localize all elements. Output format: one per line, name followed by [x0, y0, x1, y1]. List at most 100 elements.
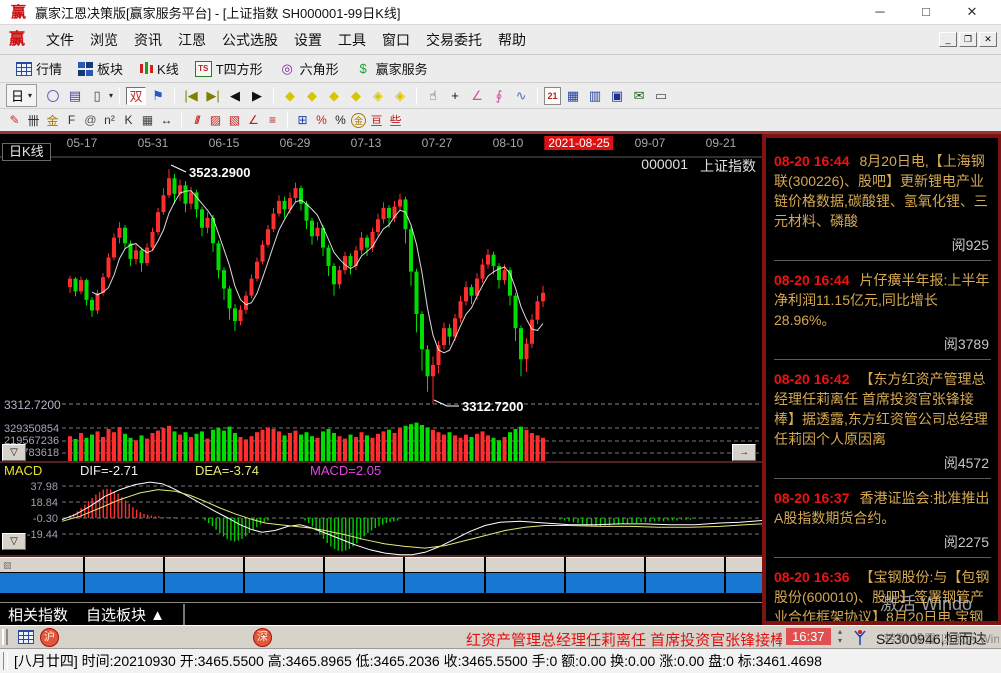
related-index-cell[interactable]	[646, 557, 724, 572]
candlestick-chart[interactable]: 3523.29003312.72003312.72003293508542195…	[0, 134, 762, 625]
quote-grid-icon[interactable]	[18, 630, 34, 644]
notebook-icon[interactable]: ▥	[585, 87, 605, 105]
document-list-icon[interactable]: ▤	[65, 87, 85, 105]
cycle-tool-icon[interactable]: ∮	[489, 87, 509, 105]
period-button[interactable]: 日▾	[6, 84, 37, 107]
crosshair-icon[interactable]: +	[445, 87, 465, 105]
protractor-icon[interactable]: ∠	[467, 87, 487, 105]
prev-bar-icon[interactable]: ◀	[225, 87, 245, 105]
gann-grid-icon[interactable]: ▧	[226, 111, 243, 129]
percent-icon[interactable]: %	[332, 111, 349, 129]
scrolling-news-text[interactable]: 红资产管理总经理任莉离任 首席投资官张锋接棒	[466, 629, 782, 650]
related-index-cell[interactable]	[245, 557, 323, 572]
minimize-button[interactable]: ─	[869, 4, 891, 20]
skip-start-icon[interactable]: |◀	[181, 87, 201, 105]
related-index-bar[interactable]	[165, 573, 243, 593]
tab-watchlist-sectors[interactable]: 自选板块 ▲	[78, 602, 175, 627]
related-index-cell[interactable]	[165, 557, 243, 572]
fib-percent-icon[interactable]: %	[313, 111, 330, 129]
menu-item-help[interactable]: 帮助	[490, 27, 534, 53]
hexagon-button[interactable]: ◎六角形	[273, 57, 345, 80]
flag-icon[interactable]: ⚑	[148, 87, 168, 105]
reset-zoom-diamond-icon[interactable]: ◈	[390, 87, 410, 105]
volume-collapse-button[interactable]: ▽	[2, 444, 26, 461]
related-index-bar[interactable]	[85, 573, 163, 593]
related-index-bar[interactable]	[245, 573, 323, 593]
related-index-cell[interactable]	[85, 557, 163, 572]
menu-item-file[interactable]: 文件	[38, 27, 82, 53]
related-index-bar[interactable]	[325, 573, 403, 593]
shanghai-market-seal-icon[interactable]: 沪	[40, 628, 59, 647]
next-bar-icon[interactable]: ▶	[247, 87, 267, 105]
related-index-cell[interactable]: ▨	[0, 557, 83, 572]
kline-period-tab[interactable]: 日K线	[2, 143, 51, 161]
related-index-bar[interactable]	[486, 573, 564, 593]
news-item[interactable]: 08-20 16:37香港证监会:批准推出A股指数期货合约。阅2275	[774, 479, 991, 558]
mdi-restore-button[interactable]: ❐	[959, 32, 977, 47]
mdi-close-button[interactable]: ✕	[979, 32, 997, 47]
scroll-right-button[interactable]: →	[732, 444, 756, 461]
menu-item-settings[interactable]: 设置	[286, 27, 330, 53]
news-item[interactable]: 08-20 16:36【宝钢股份:与【包钢股份(600010)、股吧】签署钢管产…	[774, 558, 991, 625]
trend-tool-icon[interactable]: 亘	[368, 111, 385, 129]
news-item[interactable]: 08-20 16:448月20日电,【上海钢联(300226)、股吧】更新锂电产…	[774, 142, 991, 261]
mdi-minimize-button[interactable]: _	[939, 32, 957, 47]
menu-item-formula-stock-pick[interactable]: 公式选股	[214, 27, 286, 53]
k-notes-icon[interactable]: K	[120, 111, 137, 129]
shrink-h-diamond-icon[interactable]: ◆	[346, 87, 366, 105]
shenzhen-market-seal-icon[interactable]: 深	[253, 628, 272, 647]
chevron-down-icon[interactable]: ▾	[109, 91, 113, 100]
calculator-icon[interactable]: ▦	[563, 87, 583, 105]
indicator-toggle-icon[interactable]: 双	[126, 87, 146, 105]
gann-fan-icon[interactable]: ///	[188, 111, 205, 129]
menu-item-info[interactable]: 资讯	[126, 27, 170, 53]
quotes-button[interactable]: 行情	[10, 57, 68, 80]
brush-icon[interactable]: ✎	[6, 111, 23, 129]
expand-h-diamond-icon[interactable]: ◆	[324, 87, 344, 105]
kline-button[interactable]: K线	[133, 57, 185, 80]
menu-item-gann[interactable]: 江恩	[170, 27, 214, 53]
news-item[interactable]: 08-20 16:44片仔癀半年报:上半年净利润11.15亿元,同比增长28.9…	[774, 261, 991, 360]
width-measure-icon[interactable]: ↔	[158, 111, 175, 129]
related-index-cell[interactable]	[566, 557, 644, 572]
ticker-grip-handle[interactable]	[2, 629, 8, 645]
angle-lines-icon[interactable]: ∠	[245, 111, 262, 129]
sectors-button[interactable]: 板块	[72, 57, 129, 80]
fib-lines-icon[interactable]: F	[63, 111, 80, 129]
related-index-bar[interactable]	[726, 573, 762, 593]
wave-tool-icon[interactable]: ∿	[511, 87, 531, 105]
related-index-bar[interactable]	[405, 573, 483, 593]
square-of-nine-icon[interactable]: n²	[101, 111, 118, 129]
golden-circle-icon[interactable]: 金	[351, 113, 366, 128]
related-index-cell[interactable]	[405, 557, 483, 572]
parallel-lines-icon[interactable]: ≡	[264, 111, 281, 129]
news-item[interactable]: 08-20 16:42【东方红资产管理总经理任莉离任 首席投资官张锋接棒】据透露…	[774, 360, 991, 479]
menu-item-trade-entrust[interactable]: 交易委托	[418, 27, 490, 53]
tab-related-index[interactable]: 相关指数	[0, 602, 78, 627]
related-index-bar[interactable]	[0, 573, 83, 593]
ruler-grid-icon[interactable]: ▦	[139, 111, 156, 129]
winner-service-button[interactable]: $赢家服务	[349, 57, 434, 80]
price-ladder-icon[interactable]: ⊞	[294, 111, 311, 129]
close-button[interactable]: ✕	[961, 4, 983, 20]
menu-item-tools[interactable]: 工具	[330, 27, 374, 53]
ticker-stock-label[interactable]: SZ300946,恒而达	[876, 629, 987, 649]
printer-icon[interactable]: ▭	[651, 87, 671, 105]
pin-icon[interactable]: ▯	[87, 87, 107, 105]
menu-item-window[interactable]: 窗口	[374, 27, 418, 53]
menu-item-browse[interactable]: 浏览	[82, 27, 126, 53]
macd-collapse-button[interactable]: ▽	[2, 533, 26, 550]
maximize-button[interactable]: □	[915, 4, 937, 20]
grid-lines-icon[interactable]: 卌	[25, 111, 42, 129]
related-index-cell[interactable]	[486, 557, 564, 572]
region-select-icon[interactable]: 〇	[43, 87, 63, 105]
gold-section-icon[interactable]: 金	[44, 111, 61, 129]
skip-end-icon[interactable]: ▶|	[203, 87, 223, 105]
spiral-icon[interactable]: @	[82, 111, 99, 129]
steps-tool-icon[interactable]: 些	[387, 111, 404, 129]
related-index-bar[interactable]	[566, 573, 644, 593]
zoom-right-diamond-icon[interactable]: ◆	[302, 87, 322, 105]
calendar-icon[interactable]: 21	[544, 87, 561, 105]
related-index-cell[interactable]	[325, 557, 403, 572]
gann-box-icon[interactable]: ▨	[207, 111, 224, 129]
